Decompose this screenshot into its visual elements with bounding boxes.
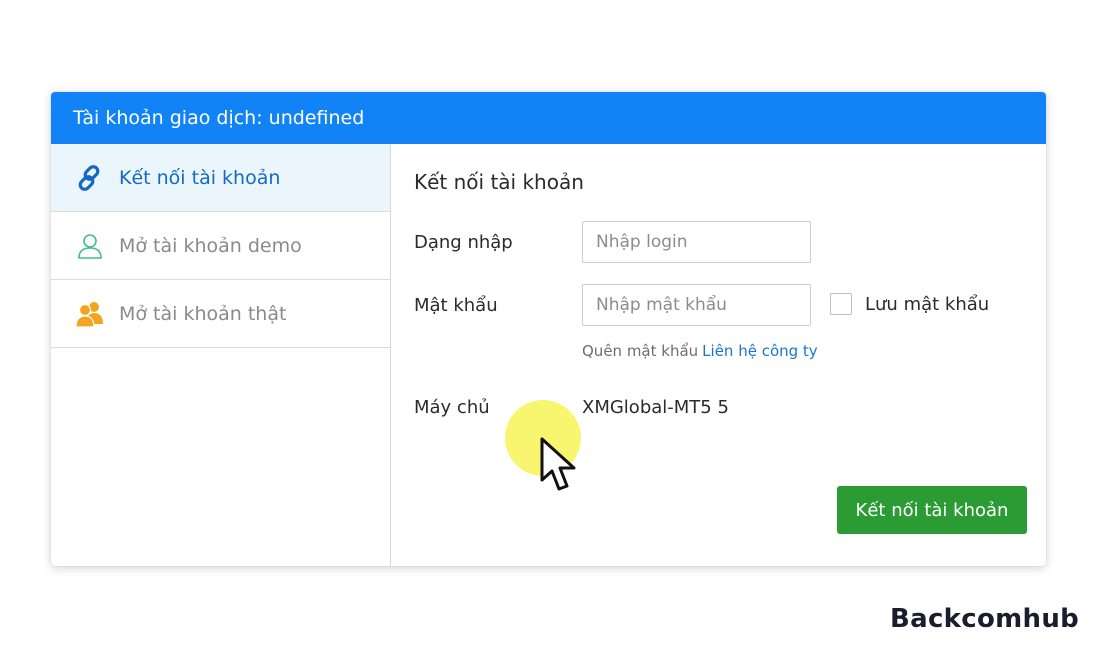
login-label: Dạng nhập — [414, 232, 513, 253]
forgot-password-hint: Quên mật khẩu Liên hệ công ty — [582, 342, 818, 360]
server-value: XMGlobal-MT5 5 — [582, 397, 729, 418]
connect-account-button[interactable]: Kết nối tài khoản — [837, 486, 1027, 534]
server-label: Máy chủ — [414, 397, 490, 418]
sidebar-item-label: Mở tài khoản demo — [119, 234, 302, 257]
forgot-password-text: Quên mật khẩu — [582, 342, 699, 360]
user-outline-icon — [75, 231, 105, 261]
sidebar-item-label: Mở tài khoản thật — [119, 302, 287, 325]
mouse-cursor-icon — [538, 436, 580, 500]
login-input[interactable] — [582, 221, 811, 263]
sidebar-item-connect-account[interactable]: Kết nối tài khoản — [51, 144, 390, 212]
contact-company-link[interactable]: Liên hệ công ty — [702, 342, 818, 360]
backcomhub-watermark: Backcomhub — [890, 604, 1080, 634]
link-icon — [75, 163, 105, 193]
sidebar: Kết nối tài khoản Mở tài khoản demo Mở t… — [51, 144, 391, 566]
dialog-body: Kết nối tài khoản Mở tài khoản demo Mở t… — [51, 144, 1046, 566]
remember-password-label: Lưu mật khẩu — [865, 294, 990, 315]
sidebar-item-open-real-account[interactable]: Mở tài khoản thật — [51, 280, 390, 348]
users-filled-icon — [75, 299, 105, 329]
dialog-header: Tài khoản giao dịch: undefined — [51, 92, 1046, 144]
password-label: Mật khẩu — [414, 295, 498, 316]
connect-account-panel: Kết nối tài khoản Dạng nhập Mật khẩu Lưu… — [391, 144, 1046, 566]
password-input[interactable] — [582, 284, 811, 326]
sidebar-item-open-demo-account[interactable]: Mở tài khoản demo — [51, 212, 390, 280]
panel-title: Kết nối tài khoản — [414, 170, 584, 194]
sidebar-item-label: Kết nối tài khoản — [119, 166, 281, 189]
remember-password-checkbox[interactable] — [830, 293, 852, 315]
